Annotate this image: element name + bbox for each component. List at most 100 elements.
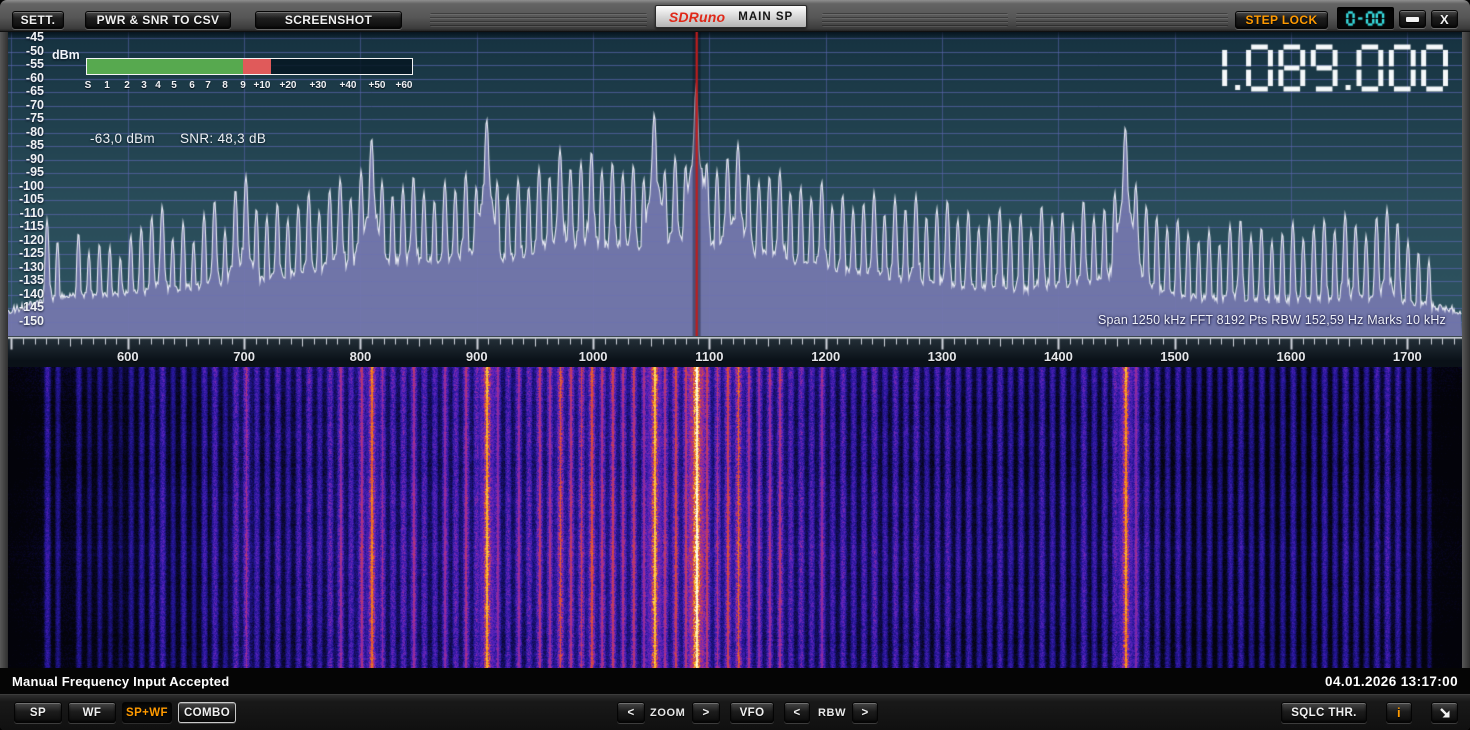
status-datetime: 04.01.2026 13:17:00 (1325, 674, 1458, 689)
span-fft-rbw-readout: Span 1250 kHz FFT 8192 Pts RBW 152,59 Hz… (1098, 313, 1446, 327)
titlebar[interactable]: SETT. PWR & SNR TO CSV SCREENSHOT SDRuno… (0, 0, 1470, 32)
zoom-out-button[interactable]: < (617, 702, 645, 723)
spectrum-panel: -45-50-55-60-65-70-75-80-85-90-95-100-10… (8, 32, 1462, 336)
settings-button[interactable]: SETT. (12, 11, 64, 29)
smeter-tick-label: 1 (104, 80, 110, 91)
resize-arrow-icon (1438, 706, 1452, 720)
y-tick-label: -50 (10, 44, 44, 58)
app-brand: SDRuno (669, 9, 725, 25)
x-tick-label: 1500 (1160, 349, 1189, 364)
sp-wf-view-label: SP+WF (126, 707, 168, 719)
smeter-tick-label: +40 (340, 80, 357, 91)
smeter-tick-label: 8 (222, 80, 228, 91)
screenshot-button-label: SCREENSHOT (285, 13, 372, 27)
y-tick-label: -120 (10, 233, 44, 247)
info-icon: i (1397, 705, 1401, 720)
settings-button-label: SETT. (21, 13, 56, 27)
vfo-button[interactable]: VFO (730, 702, 774, 723)
sdruno-main-window: SETT. PWR & SNR TO CSV SCREENSHOT SDRuno… (0, 0, 1470, 730)
x-tick-label: 1400 (1044, 349, 1073, 364)
zoom-in-icon: > (702, 707, 709, 719)
snr-readout: SNR: 48,3 dB (180, 131, 266, 146)
screenshot-button[interactable]: SCREENSHOT (255, 11, 402, 29)
minimize-icon (1406, 17, 1419, 22)
panel-title: MAIN SP (738, 11, 793, 23)
y-tick-label: -150 (10, 314, 44, 328)
x-tick-label: 1200 (811, 349, 840, 364)
resize-corner-button[interactable] (1431, 702, 1458, 723)
titlebar-grip-right-1 (822, 13, 1008, 27)
step-size-digits (1340, 10, 1392, 27)
y-tick-label: -145 (10, 300, 44, 314)
step-lock-label: STEP LOCK (1245, 13, 1317, 27)
zoom-label: ZOOM (650, 707, 685, 719)
wf-view-button[interactable]: WF (68, 702, 116, 723)
y-tick-label: -70 (10, 98, 44, 112)
status-message: Manual Frequency Input Accepted (12, 674, 229, 689)
x-tick-label: 1000 (579, 349, 608, 364)
titlebar-grip-left (430, 13, 647, 27)
minimize-button[interactable] (1399, 10, 1426, 28)
frequency-scale[interactable]: 6007008009001000110012001300140015001600… (8, 336, 1462, 367)
x-tick-label: 1300 (928, 349, 957, 364)
step-size-display[interactable] (1337, 7, 1394, 29)
power-readout: -63,0 dBm (90, 131, 155, 146)
wf-view-label: WF (83, 707, 102, 719)
frequency-display[interactable] (1174, 42, 1458, 94)
squelch-threshold-button[interactable]: SQLC THR. (1281, 702, 1367, 723)
y-tick-label: -95 (10, 165, 44, 179)
smeter-tick-label: 3 (141, 80, 147, 91)
rbw-up-icon: > (861, 707, 868, 719)
smeter-tick-label: 4 (155, 80, 161, 91)
sp-view-button[interactable]: SP (14, 702, 62, 723)
title-plate: SDRuno MAIN SP (655, 5, 807, 28)
info-button[interactable]: i (1386, 702, 1412, 723)
combo-view-label: COMBO (184, 707, 230, 719)
bottom-toolbar: SP WF SP+WF COMBO < ZOOM > VFO < RBW > S… (0, 694, 1470, 730)
waterfall-display[interactable] (8, 367, 1462, 668)
y-tick-label: -80 (10, 125, 44, 139)
y-tick-label: -60 (10, 71, 44, 85)
x-tick-label: 1100 (695, 349, 723, 364)
titlebar-grip-right-2 (1016, 13, 1228, 27)
rbw-down-icon: < (793, 707, 800, 719)
window-frame-left (0, 32, 8, 668)
x-tick-label: 1600 (1277, 349, 1306, 364)
smeter-tick-label: +60 (396, 80, 413, 91)
pwr-snr-to-csv-button[interactable]: PWR & SNR TO CSV (85, 11, 231, 29)
y-tick-label: -85 (10, 138, 44, 152)
y-tick-label: -140 (10, 287, 44, 301)
rbw-label: RBW (818, 707, 846, 719)
y-tick-label: -100 (10, 179, 44, 193)
y-tick-label: -65 (10, 84, 44, 98)
status-bar: Manual Frequency Input Accepted 04.01.20… (0, 668, 1470, 694)
y-tick-label: -90 (10, 152, 44, 166)
level-axis-unit: dBm (52, 48, 80, 62)
x-tick-label: 600 (117, 349, 139, 364)
zoom-out-icon: < (627, 707, 634, 719)
y-tick-label: -105 (10, 192, 44, 206)
smeter-tick-label: 9 (240, 80, 246, 91)
combo-view-button[interactable]: COMBO (178, 702, 236, 723)
x-tick-label: 800 (350, 349, 372, 364)
y-tick-label: -55 (10, 57, 44, 71)
x-tick-label: 900 (466, 349, 488, 364)
close-icon: X (1440, 12, 1449, 27)
zoom-in-button[interactable]: > (692, 702, 720, 723)
s-meter-red-bar (243, 59, 271, 74)
vfo-label: VFO (740, 707, 765, 719)
s-meter[interactable] (86, 58, 413, 75)
smeter-tick-label: +10 (254, 80, 271, 91)
smeter-tick-label: 5 (171, 80, 177, 91)
step-lock-button[interactable]: STEP LOCK (1235, 11, 1328, 29)
y-tick-label: -135 (10, 273, 44, 287)
y-tick-label: -115 (10, 219, 44, 233)
sp-wf-view-button[interactable]: SP+WF (122, 702, 172, 723)
rbw-up-button[interactable]: > (852, 702, 878, 723)
y-tick-label: -110 (10, 206, 44, 220)
smeter-tick-label: 7 (205, 80, 211, 91)
y-tick-label: -130 (10, 260, 44, 274)
rbw-down-button[interactable]: < (784, 702, 810, 723)
pwr-snr-to-csv-label: PWR & SNR TO CSV (97, 13, 220, 27)
close-button[interactable]: X (1431, 10, 1458, 28)
